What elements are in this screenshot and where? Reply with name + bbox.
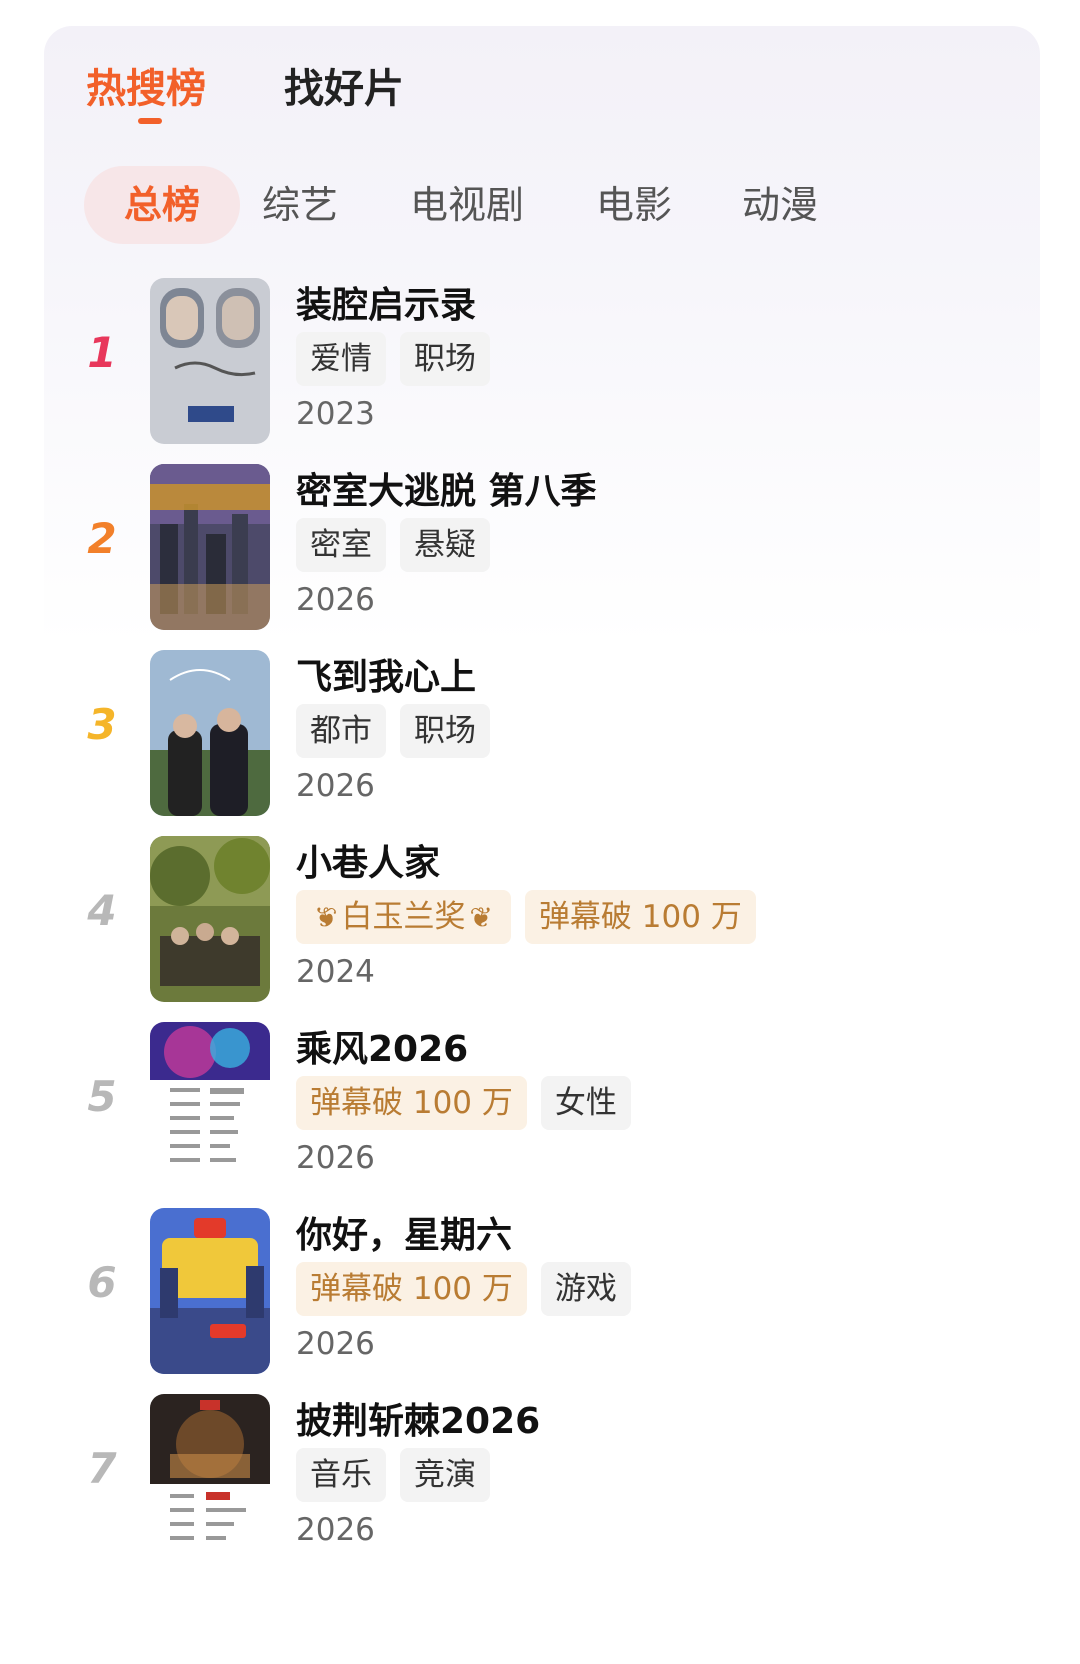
tag: 密室 [296, 518, 386, 572]
tag: 音乐 [296, 1448, 386, 1502]
tag-label: 女性 [554, 1085, 617, 1121]
release-year: 2026 [296, 768, 375, 804]
poster-feidao-image[interactable] [150, 650, 270, 816]
ranking-item[interactable]: 2 密室大逃脱 第八季密室 悬疑 2026 [0, 464, 1080, 632]
poster-mishi-image[interactable] [150, 464, 270, 630]
tag-label: 密室 [310, 527, 372, 563]
poster-xiaoxiang-image[interactable] [150, 836, 270, 1002]
tag-label: 白玉兰奖 [341, 899, 466, 935]
laurel-right-icon: ❦ [469, 901, 493, 934]
tag-label: 音乐 [310, 1457, 372, 1493]
ranking-item[interactable]: 3 飞到我心上都市 职场 2026 [0, 650, 1080, 818]
tag-list: 弹幕破 100 万 女性 [296, 1076, 631, 1130]
tag-list: 都市 职场 [296, 704, 490, 758]
tag-label: 游戏 [554, 1271, 617, 1307]
rank-number: 1 [87, 328, 117, 377]
rank-number: 3 [87, 700, 117, 749]
rank-number: 2 [87, 514, 117, 563]
tag-list: 音乐 竞演 [296, 1448, 490, 1502]
active-tab-indicator [138, 118, 162, 124]
tag: ❦ 白玉兰奖 ❦ [296, 890, 511, 944]
poster-pijing-image[interactable] [150, 1394, 270, 1560]
show-title[interactable]: 披荆斩棘2026 [296, 1392, 540, 1444]
category-tab-variety[interactable]: 综艺 [262, 166, 338, 244]
poster-zhuangqiang-image[interactable] [150, 278, 270, 444]
rank-number: 6 [87, 1258, 117, 1307]
tag-label: 悬疑 [414, 527, 476, 563]
poster-chengfeng-image[interactable] [150, 1022, 270, 1188]
tag-list: 爱情 职场 [296, 332, 490, 386]
tag-label: 职场 [414, 341, 476, 377]
ranking-item[interactable]: 6 你好，星期六弹幕破 100 万 游戏 2026 [0, 1208, 1080, 1376]
tag-list: ❦ 白玉兰奖 ❦ 弹幕破 100 万 [296, 890, 756, 944]
tag-label: 弹幕破 100 万 [310, 1271, 513, 1307]
tag: 弹幕破 100 万 [296, 1262, 527, 1316]
tag: 职场 [400, 332, 490, 386]
show-title[interactable]: 乘风2026 [296, 1020, 468, 1072]
tag: 弹幕破 100 万 [524, 890, 756, 944]
category-tab-overall[interactable]: 总榜 [84, 166, 240, 244]
tab-hot-search[interactable]: 热搜榜 [86, 56, 206, 114]
category-tab-tv-drama[interactable]: 电视剧 [410, 166, 524, 244]
tag: 游戏 [540, 1262, 631, 1316]
show-title[interactable]: 小巷人家 [296, 834, 440, 886]
tag: 弹幕破 100 万 [296, 1076, 527, 1130]
category-tab-anime[interactable]: 动漫 [742, 166, 818, 244]
tag-label: 弹幕破 100 万 [538, 899, 742, 935]
tag-list: 密室 悬疑 [296, 518, 490, 572]
tag-label: 爱情 [310, 341, 372, 377]
tag: 竞演 [400, 1448, 490, 1502]
category-tab-movie[interactable]: 电影 [596, 166, 672, 244]
tag-label: 都市 [310, 713, 372, 749]
show-title[interactable]: 装腔启示录 [296, 276, 476, 328]
ranking-item[interactable]: 1 装腔启示录爱情 职场 2023 [0, 278, 1080, 446]
release-year: 2026 [296, 582, 375, 618]
tag: 爱情 [296, 332, 386, 386]
tag-label: 弹幕破 100 万 [310, 1085, 513, 1121]
tag-list: 弹幕破 100 万 游戏 [296, 1262, 631, 1316]
ranking-item[interactable]: 5 乘风2026 弹幕破 100 万 女性 2026 [0, 1022, 1080, 1190]
laurel-left-icon: ❦ [314, 901, 338, 934]
release-year: 2026 [296, 1326, 375, 1362]
rank-number: 4 [87, 886, 117, 935]
tag: 悬疑 [400, 518, 490, 572]
tag-label: 竞演 [414, 1457, 476, 1493]
release-year: 2024 [296, 954, 375, 990]
show-title[interactable]: 你好，星期六 [296, 1206, 512, 1258]
release-year: 2023 [296, 396, 375, 432]
tag: 女性 [540, 1076, 631, 1130]
show-title[interactable]: 密室大逃脱 第八季 [296, 462, 597, 514]
tab-find-good-shows[interactable]: 找好片 [284, 56, 404, 114]
ranking-item[interactable]: 7 披荆斩棘2026 音乐 竞演 2026 [0, 1394, 1080, 1562]
release-year: 2026 [296, 1140, 375, 1176]
ranking-item[interactable]: 4 小巷人家 ❦ 白玉兰奖 ❦ 弹幕破 100 万 2024 [0, 836, 1080, 1004]
tag: 职场 [400, 704, 490, 758]
tag-label: 职场 [414, 713, 476, 749]
rank-number: 7 [87, 1444, 117, 1493]
release-year: 2026 [296, 1512, 375, 1548]
poster-nihao-image[interactable] [150, 1208, 270, 1374]
show-title[interactable]: 飞到我心上 [296, 648, 476, 700]
tag: 都市 [296, 704, 386, 758]
rank-number: 5 [87, 1072, 117, 1121]
